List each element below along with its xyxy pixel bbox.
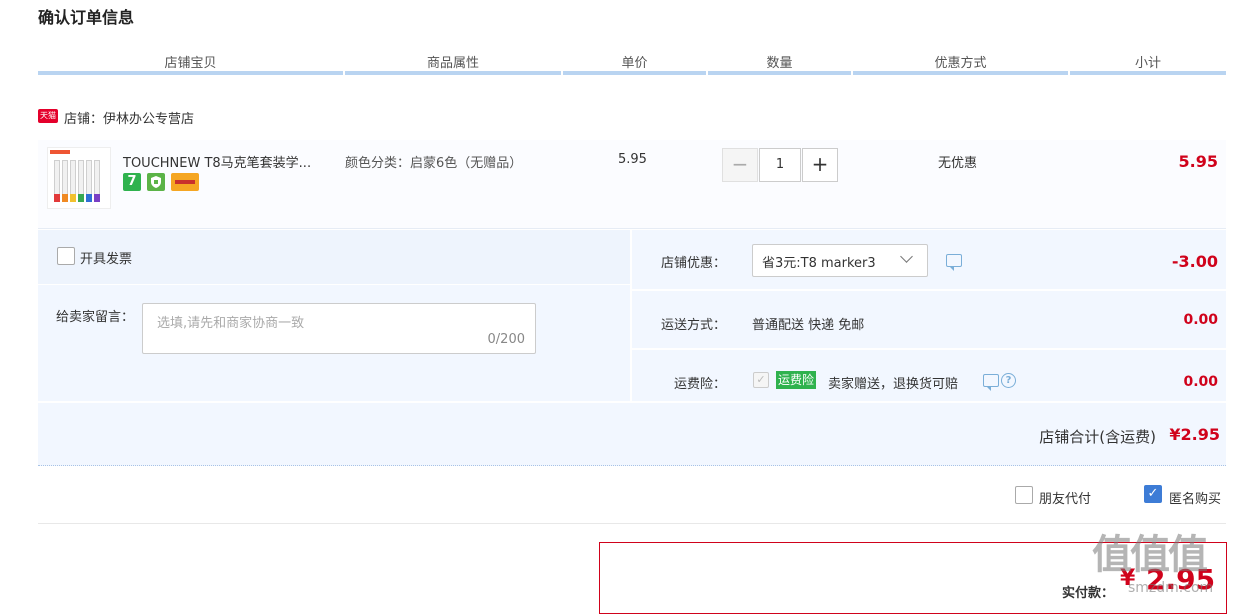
thumbnail-logo (50, 150, 70, 154)
shipping-label: 运送方式： (660, 318, 726, 333)
shop-discount-selected[interactable]: 省3元:T8 marker3 (762, 252, 876, 271)
marker-pen (78, 160, 84, 202)
chat-bubble-icon[interactable] (983, 374, 999, 391)
panel-divider (632, 289, 1226, 291)
credit-card-icon[interactable] (171, 173, 199, 191)
payment-label: 实付款： (1062, 586, 1115, 601)
watermark: 值值值 (1092, 532, 1208, 578)
friend-pay-label[interactable]: 朋友代付 (1039, 488, 1091, 507)
section-divider (38, 523, 1226, 524)
product-attribute: 颜色分类：启蒙6色（无赠品） (345, 156, 523, 171)
panel-divider (38, 401, 1226, 403)
insurance-badge: 运费险 (776, 371, 817, 389)
product-name-link[interactable]: TOUCHNEW T8马克笔套装学... (123, 152, 311, 171)
discount-method: 无优惠 (938, 156, 978, 171)
shop-name-link[interactable]: 店铺：伊林办公专营店 (64, 108, 194, 127)
table-header-underline (38, 71, 1226, 75)
watermark-url: smzdm.com (1128, 580, 1214, 596)
column-header-attribute: 商品属性 (426, 56, 479, 71)
guarantee-shield-icon[interactable] (147, 173, 165, 191)
column-header-price: 单价 (621, 56, 648, 71)
seven-day-return-icon[interactable]: 7 (123, 173, 141, 191)
invoice-checkbox[interactable] (57, 247, 75, 265)
help-icon[interactable]: ? (1001, 373, 1016, 388)
anonymous-label[interactable]: 匿名购买 (1169, 488, 1221, 507)
item-subtotal: 5.95 (1178, 152, 1218, 171)
header-separator (561, 71, 563, 75)
shop-discount-amount: -3.00 (1171, 252, 1218, 271)
quantity-decrease-button[interactable]: − (722, 148, 758, 182)
shop-discount-label: 店铺优惠： (660, 256, 726, 271)
quantity-input[interactable]: 1 (759, 148, 801, 182)
marker-pen (54, 160, 60, 202)
message-placeholder: 选填,请先和商家协商一致 (157, 316, 305, 331)
column-header-item: 店铺宝贝 (164, 56, 217, 71)
header-separator (1068, 71, 1070, 75)
unit-price: 5.95 (618, 152, 647, 167)
header-separator (706, 71, 708, 75)
column-header-subtotal: 小计 (1134, 56, 1161, 71)
header-separator (343, 71, 345, 75)
invoice-label[interactable]: 开具发票 (80, 248, 132, 267)
message-label: 给卖家留言： (56, 310, 135, 325)
anonymous-checkbox[interactable]: ✓ (1144, 485, 1162, 503)
quantity-increase-button[interactable]: + (802, 148, 838, 182)
product-thumbnail[interactable] (47, 147, 111, 209)
shipping-method: 普通配送 快递 免邮 (752, 318, 865, 333)
shop-total-value: ¥2.95 (1169, 425, 1220, 444)
column-header-discount: 优惠方式 (934, 56, 987, 71)
marker-pen (70, 160, 76, 202)
insurance-description: 卖家赠送，退换货可赔 (828, 377, 959, 392)
shop-total-label: 店铺合计(含运费) (1039, 428, 1156, 446)
marker-pen (94, 160, 100, 202)
message-char-count: 0/200 (487, 332, 525, 347)
chat-bubble-icon[interactable] (946, 254, 962, 271)
insurance-checkbox: ✓ (753, 372, 769, 388)
insurance-label: 运费险： (673, 377, 726, 392)
marker-pen (86, 160, 92, 202)
shipping-amount: 0.00 (1183, 312, 1218, 328)
header-separator (851, 71, 853, 75)
marker-pen (62, 160, 68, 202)
tmall-icon: 天猫 (38, 109, 58, 123)
friend-pay-checkbox[interactable] (1015, 486, 1033, 504)
panel-divider (632, 348, 1226, 350)
insurance-amount: 0.00 (1183, 374, 1218, 390)
page-title: 确认订单信息 (38, 8, 135, 27)
panel-divider (630, 230, 632, 403)
column-header-quantity: 数量 (766, 56, 793, 71)
